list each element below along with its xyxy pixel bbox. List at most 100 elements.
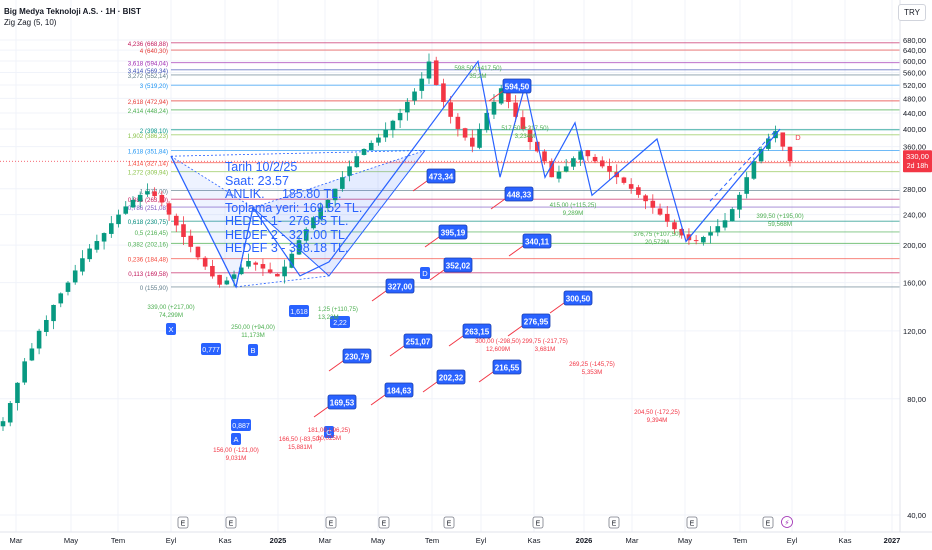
y-tick-label: 160,00 (903, 279, 926, 288)
chart-header: Big Medya Teknoloji A.S. · 1H · BIST Zig… (4, 6, 141, 28)
candle-body (542, 151, 547, 162)
y-axis[interactable]: 680,00640,00 600,00 560,00 520,00 480,00 440,… (899, 0, 932, 532)
annotation-line: ANLIK. 185.80 TL. (225, 187, 342, 201)
pattern-point-label: D (422, 269, 428, 278)
pattern-ratio-label: 0,777 (202, 347, 220, 354)
candle-body (701, 236, 706, 243)
x-tick-label: Mar (10, 536, 23, 545)
earnings-label: E (536, 521, 541, 528)
fib-level-label: 2,618 (472,94) (128, 99, 168, 106)
candle-body (101, 233, 107, 242)
fib-level-label: 0,236 (184,48) (128, 257, 168, 264)
price-tag-label: 169,53 (330, 399, 355, 408)
y-tick-label: 80,00 (907, 395, 926, 404)
pivot-label: 250,00 (+94,00) (231, 324, 275, 331)
candle-body (109, 223, 114, 234)
pattern-point-label: A (233, 435, 238, 444)
y-tick-label: 240,00 (903, 211, 926, 220)
price-tag-label: 300,50 (566, 295, 591, 304)
candle-body (51, 304, 56, 322)
text-annotation[interactable]: Tarih 10/2/25 Saat: 23.57 ANLIK. 185.80 TL… (225, 160, 362, 256)
pivot-label: 59,568M (768, 221, 792, 228)
zigzag-pivot-labels: 598,50 (+417,50)35,2M 517,50 (+217,50)3,2… (147, 65, 803, 462)
y-tick-label: 400,00 (903, 125, 926, 134)
candle-body (72, 270, 78, 283)
annotation-line: Tarih 10/2/25 (225, 160, 298, 174)
pivot-label: 9,031M (226, 455, 247, 462)
price-tag-pointer (412, 180, 428, 192)
candle-body (477, 128, 482, 148)
candle-body (462, 128, 468, 138)
pivot-label: 12,609M (486, 346, 510, 353)
price-tag-label: 276,95 (524, 318, 549, 327)
y-tick-label: 560,00 (903, 69, 926, 78)
pivot-label: 15,881M (288, 444, 312, 451)
candle-body (29, 348, 35, 361)
fib-level-label: 0,5 (216,45) (135, 230, 168, 237)
indicator-label[interactable]: Zig Zag (5, 10) (4, 17, 141, 28)
y-tick-label: 440,00 (903, 109, 926, 118)
x-tick-label: 2027 (884, 536, 901, 545)
fib-level-label: 1,414 (327,14) (128, 161, 168, 168)
y-tick-label: 600,00 (903, 57, 926, 66)
fib-level-label: 1,272 (309,94) (128, 170, 168, 177)
x-tick-label: Tem (111, 536, 125, 545)
pivot-label: 9,394M (647, 417, 668, 424)
fib-level-label: 2,414 (448,24) (128, 108, 168, 115)
x-tick-label: Eyl (476, 536, 487, 545)
price-tag-label: 202,32 (439, 374, 464, 383)
candle-body (36, 330, 42, 349)
pattern-d-marker: D (795, 133, 801, 142)
earnings-label: E (690, 521, 695, 528)
x-tick-label: Mar (319, 536, 332, 545)
pivot-label: 181,00 (-96,25) (308, 427, 350, 434)
candle-body (44, 319, 49, 332)
pattern-point-label: X (168, 325, 173, 334)
price-chart[interactable]: 4,236 (668,88)4 (640,30) 3,618 (594,04) 3,… (0, 0, 932, 550)
candle-body (166, 203, 172, 215)
candle-body (672, 222, 677, 230)
pattern-ratio-label: 0,887 (232, 423, 250, 430)
x-tick-label: Mar (626, 536, 639, 545)
candle-body (210, 265, 215, 277)
earnings-label: E (329, 521, 334, 528)
pattern-point-label: B (250, 346, 255, 355)
candle-body (217, 274, 222, 285)
x-tick-label: Tem (733, 536, 747, 545)
candle-body (123, 206, 129, 214)
candle-body (657, 208, 663, 215)
candle-body (412, 91, 417, 101)
pivot-label: 399,50 (+195,00) (756, 213, 803, 220)
price-tag-label: 230,79 (345, 353, 370, 362)
candle-body (267, 269, 273, 273)
price-tag-pointer (389, 345, 405, 357)
pivot-label: 5,353M (582, 369, 603, 376)
candle-body (188, 235, 194, 247)
candle-body (751, 161, 757, 179)
price-tag-pointer (448, 335, 464, 347)
candle-body (376, 137, 381, 143)
price-tag-label: 395,19 (441, 229, 466, 238)
candle-body (643, 195, 648, 202)
x-tick-label: 2026 (576, 536, 593, 545)
candle-body (780, 132, 786, 147)
candle-body (729, 209, 735, 222)
candle-body (159, 194, 165, 203)
candle-body (224, 280, 230, 285)
symbol-title[interactable]: Big Medya Teknoloji A.S. · 1H · BIST (4, 6, 141, 17)
candle-body (80, 258, 85, 272)
pivot-label: 35,2M (469, 73, 486, 80)
pivot-label: 299,75 (-217,75) (522, 338, 568, 345)
pivot-label: 11,173M (241, 332, 265, 339)
price-tag-label: 251,07 (406, 338, 431, 347)
fib-level-label: 0,618 (230,75) (128, 219, 168, 226)
candle-body (636, 187, 641, 195)
annotation-line: HEDEF 3 - 398.18 TL. (225, 241, 349, 255)
fib-level-label: 1,618 (351,84) (128, 148, 168, 155)
pivot-label: 339,00 (+217,00) (147, 304, 194, 311)
x-tick-label: May (64, 536, 78, 545)
currency-button[interactable]: TRY (898, 4, 926, 21)
pivot-label: 9,289M (563, 210, 584, 217)
candle-body (22, 361, 27, 383)
price-tag-label: 473,34 (429, 173, 454, 182)
